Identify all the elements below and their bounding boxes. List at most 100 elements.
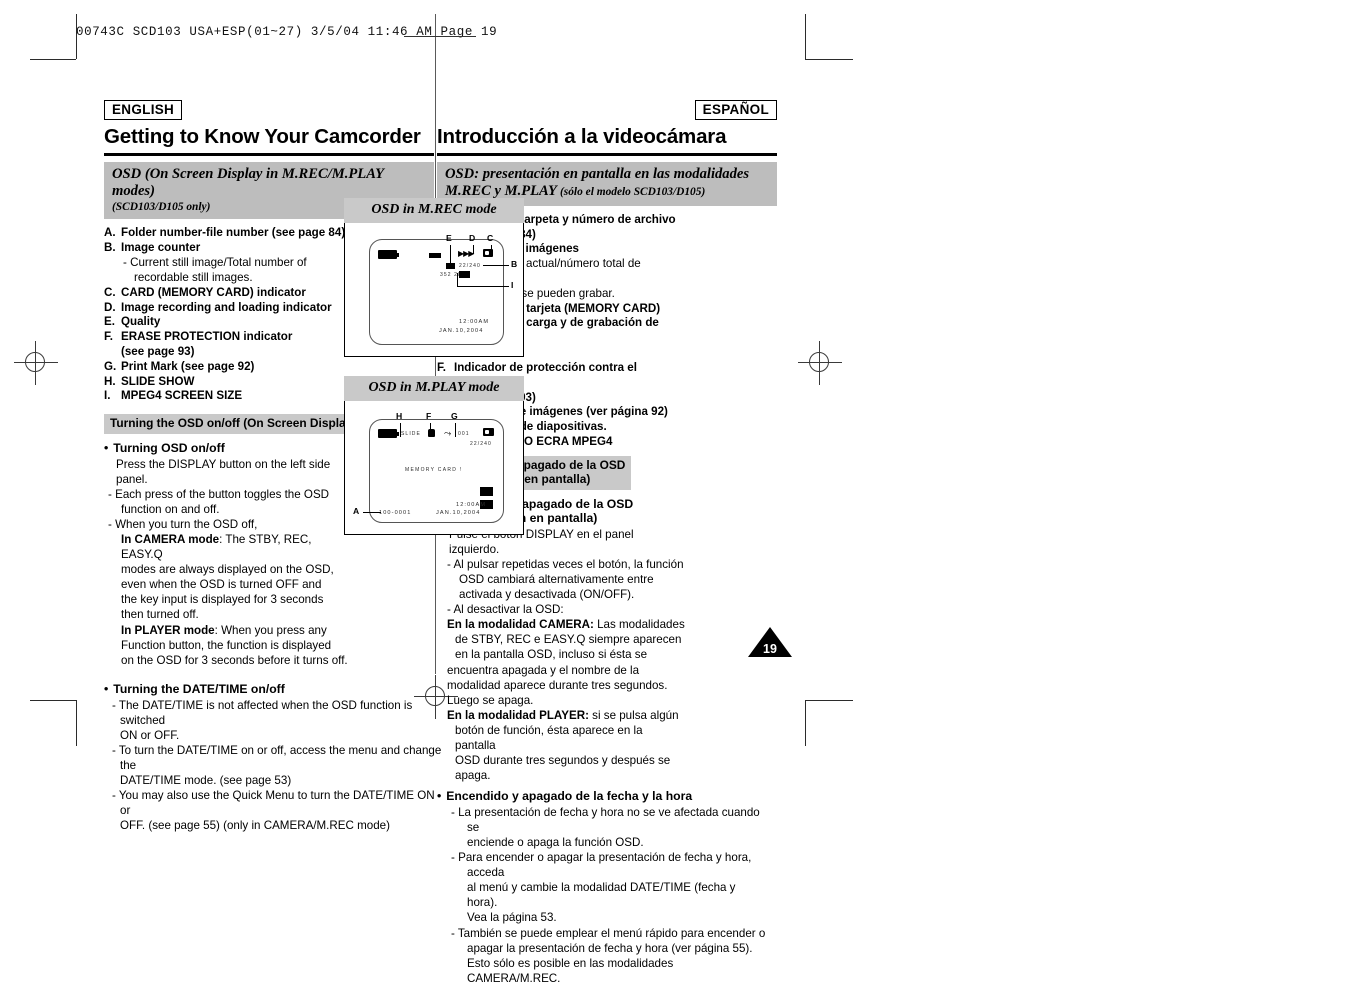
- camcorder-screen-mplay: SLIDE ⤳ 001 22/240 MEMORY CARD ! 12:00AM…: [369, 419, 504, 523]
- slug-underline: [404, 36, 476, 37]
- body-line: DATE/TIME mode. (see page 53): [120, 774, 292, 787]
- leader-line-i-h: [457, 286, 509, 287]
- body-line: Vea la página 53.: [467, 911, 557, 925]
- body-line: OSD cambiará alternativamente entre: [459, 573, 654, 587]
- label-e: E: [446, 233, 452, 243]
- print-mark-icon: ⤳: [444, 428, 452, 438]
- osd-time-mrec: 12:00AM: [459, 319, 490, 325]
- body-line: - También se puede emplear el menú rápid…: [451, 926, 766, 940]
- item-text: Print Mark (see page 92): [121, 359, 255, 373]
- item-text: SLIDE SHOW: [121, 374, 195, 388]
- mode-text: Las modalidades: [593, 618, 685, 632]
- body-line: apagar la presentación de fecha y hora (…: [467, 941, 753, 955]
- datetime-body-english: - The DATE/TIME is not affected when the…: [104, 698, 444, 834]
- print-count-value: 001: [458, 431, 470, 437]
- registration-mark-left: [14, 341, 58, 385]
- crop-mark-bottom-left: [30, 700, 76, 701]
- image-counter-value: 22/240: [470, 441, 492, 447]
- figure-caption-mplay: OSD in M.PLAY mode: [344, 376, 524, 401]
- item-subtext: recordable still images.: [134, 270, 253, 284]
- item-text: Folder number-file number (see page 84): [121, 226, 346, 240]
- label-i: I: [511, 280, 514, 290]
- bullet-dot-icon: •: [437, 789, 442, 804]
- list-item: E. Quality: [104, 315, 354, 330]
- item-text: MPEG4 SCREEN SIZE: [121, 389, 243, 403]
- section-band-main-es-l2: M.REC y M.PLAY: [445, 183, 557, 200]
- title-rule-spanish: [437, 152, 777, 156]
- battery-icon: [378, 429, 399, 438]
- crop-mark-top-right-v: [805, 14, 806, 59]
- list-item: A. Folder number-file number (see page 84…: [104, 226, 354, 241]
- label-c: C: [487, 233, 494, 243]
- bullet-dot-icon: •: [104, 440, 109, 455]
- item-letter: E.: [104, 315, 115, 329]
- crop-mark-bottom-right-v: [805, 700, 806, 746]
- body-line: OSD durante tres segundos y después se a…: [455, 753, 671, 782]
- item-letter: D.: [104, 300, 116, 314]
- datetime-bullet-english: • Turning the DATE/TIME on/off: [104, 682, 434, 696]
- figure-box-mplay: SLIDE ⤳ 001 22/240 MEMORY CARD ! 12:00AM…: [344, 401, 524, 535]
- list-item: I. MPEG4 SCREEN SIZE: [104, 389, 354, 404]
- body-line: on the OSD for 3 seconds before it turns…: [121, 653, 348, 667]
- language-tag-wrap-spanish: ESPAÑOL: [437, 100, 777, 121]
- crop-mark-bottom-right: [805, 700, 853, 701]
- osd-toggle-body-english: Press the DISPLAY button on the left sid…: [104, 457, 354, 668]
- figure-caption-mrec: OSD in M.REC mode: [344, 198, 524, 223]
- body-line: Press the DISPLAY button on the left sid…: [116, 457, 331, 486]
- mode-label: En la modalidad CAMERA:: [447, 618, 594, 632]
- leader-line-b: [483, 265, 509, 266]
- body-line: the key input is displayed for 3 seconds: [121, 593, 324, 607]
- leader-line-i-v: [457, 273, 458, 286]
- osd-toggle-body-spanish: Pulse el botón DISPLAY en el panel izqui…: [437, 527, 685, 783]
- memory-card-message: MEMORY CARD !: [405, 467, 463, 473]
- figure-osd-mplay: OSD in M.PLAY mode SLIDE ⤳ 001 22/240 ME…: [344, 376, 524, 535]
- list-item: D. Image recording and loading indicator: [104, 301, 354, 316]
- osd-time-mplay: 12:00AM: [456, 502, 487, 508]
- body-line: In PLAYER mode: When you press any: [104, 623, 354, 638]
- folder-file-number: 100-0001: [379, 510, 412, 516]
- body-line: modalidad aparece durante tres segundos.: [447, 678, 668, 692]
- body-line: enciende o apaga la función OSD.: [467, 836, 644, 850]
- body-line: encuentra apagada y el nombre de la: [447, 663, 640, 677]
- body-line: al menú y cambie la modalidad DATE/TIME …: [467, 881, 736, 910]
- body-line: - Al pulsar repetidas veces el botón, la…: [447, 558, 684, 572]
- item-subtext: - Current still image/Total number of: [123, 256, 307, 270]
- page-title-english: Getting to Know Your Camcorder: [104, 125, 421, 149]
- crop-mark-top-right: [805, 59, 853, 60]
- item-text: CARD (MEMORY CARD) indicator: [121, 285, 306, 299]
- body-line: En la modalidad PLAYER: si se pulsa algú…: [437, 708, 685, 723]
- body-line: - The DATE/TIME is not affected when the…: [112, 698, 413, 727]
- mode-label: In PLAYER mode: [121, 623, 215, 637]
- item-subtext: (see page 93): [121, 344, 195, 358]
- body-line: - Each press of the button toggles the O…: [108, 487, 330, 501]
- item-text: ERASE PROTECTION indicator: [121, 330, 293, 344]
- page-number-badge: 19: [748, 627, 792, 657]
- list-item: C. CARD (MEMORY CARD) indicator: [104, 286, 354, 301]
- section-band-main-en: OSD (On Screen Display in M.REC/M.PLAY m…: [112, 165, 384, 200]
- section-band-sub-es: (sólo el modelo SCD103/D105): [560, 186, 706, 199]
- list-item: H. SLIDE SHOW: [104, 375, 354, 390]
- body-line: en la pantalla OSD, incluso si ésta se: [455, 648, 648, 662]
- item-letter: A.: [104, 226, 116, 240]
- battery-icon: [378, 250, 399, 259]
- mode-label: In CAMERA mode: [121, 533, 220, 547]
- crop-mark-bottom-left-v: [76, 700, 77, 746]
- body-line: - When you turn the OSD off,: [108, 518, 258, 532]
- figure-box-mrec: ▶▶▶ 22/240 352 288 12:00AM JAN.10,2004 E…: [344, 223, 524, 357]
- body-line: Function button, the function is display…: [121, 638, 332, 652]
- body-line: - Al desactivar la OSD:: [447, 603, 564, 617]
- item-letter: I.: [104, 389, 111, 403]
- crop-mark-top-left: [30, 59, 76, 60]
- bullet-label: Turning the DATE/TIME on/off: [113, 681, 285, 696]
- body-line: - La presentación de fecha y hora no se …: [451, 806, 760, 835]
- item-letter: B.: [104, 241, 116, 255]
- item-letter: C.: [104, 285, 116, 299]
- body-line: de STBY, REC e EASY.Q siempre aparecen: [455, 633, 682, 647]
- body-line: - You may also use the Quick Menu to tur…: [112, 789, 435, 818]
- osd-toggle-band-english: Turning the OSD on/off (On Screen Displa…: [104, 414, 363, 434]
- item-text: Image recording and loading indicator: [121, 300, 332, 314]
- mode-text: si se pulsa algún: [588, 708, 679, 722]
- mode-label: En la modalidad PLAYER:: [447, 708, 589, 722]
- bullet-label: Encendido y apagado de la fecha y la hor…: [446, 789, 693, 804]
- mpeg-play-icon: [480, 487, 493, 496]
